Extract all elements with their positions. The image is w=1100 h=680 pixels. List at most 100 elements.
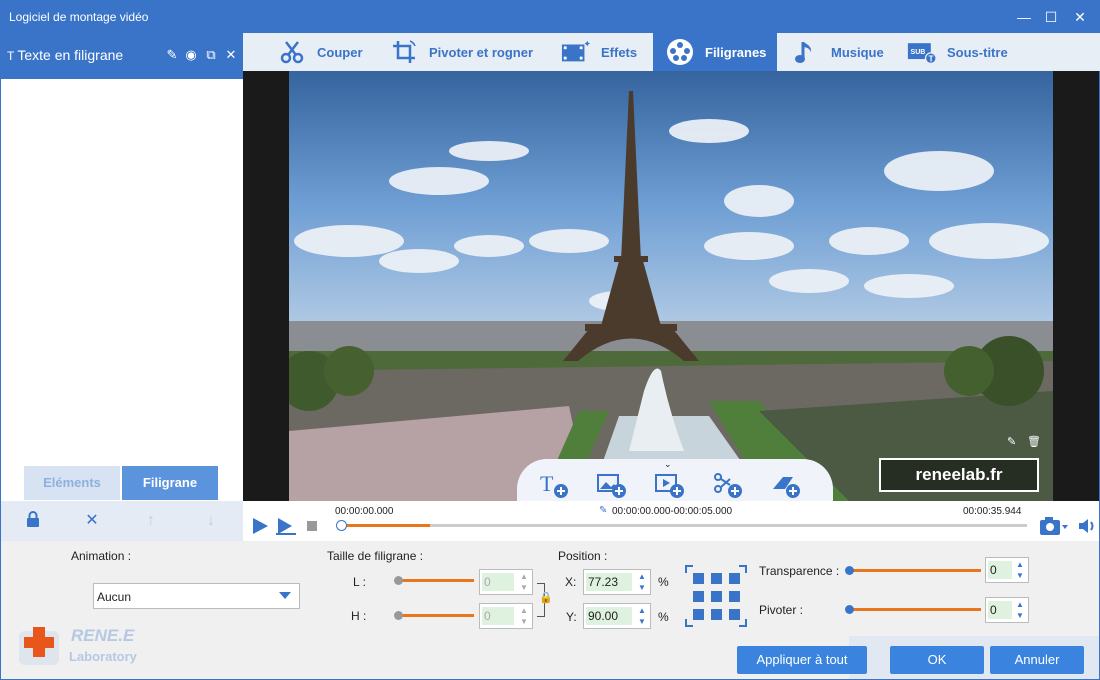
transparency-stepper[interactable]: 0 ▲ ▼	[985, 557, 1029, 583]
transparency-up-icon[interactable]: ▲	[1014, 559, 1026, 570]
x-label: X:	[565, 575, 577, 589]
delete-icon[interactable]: ✕	[82, 511, 102, 531]
chevron-down-icon	[279, 592, 291, 599]
remove-icon[interactable]: ✕	[223, 47, 239, 63]
x-stepper[interactable]: 77.23 ▲ ▼	[583, 569, 651, 595]
delete-watermark-icon[interactable]: 🗑	[1027, 435, 1041, 448]
tab-sous-titre[interactable]: SUB T Sous-titre	[907, 33, 1008, 71]
animation-selected-value: Aucun	[97, 590, 132, 604]
end-time: 00:00:35.944	[963, 506, 1022, 517]
width-value: 0	[482, 573, 514, 591]
svg-text:T: T	[540, 471, 554, 496]
width-down-icon[interactable]: ▼	[518, 582, 530, 593]
collapse-chevron-icon[interactable]: ⌄	[664, 459, 672, 470]
app-window: Logiciel de montage vidéo — ☐ ✕ T Texte e…	[0, 0, 1100, 680]
transparency-label: Transparence :	[759, 564, 840, 578]
x-down-icon[interactable]: ▼	[636, 582, 648, 593]
add-text-icon[interactable]: T	[539, 471, 569, 499]
eiffel-tower-scene-image	[289, 71, 1053, 501]
rotate-slider[interactable]	[849, 608, 981, 611]
width-slider-knob[interactable]	[394, 576, 403, 585]
height-slider[interactable]	[399, 614, 474, 617]
tab-filigrane[interactable]: Filigrane	[122, 466, 218, 500]
height-label: H :	[351, 609, 367, 623]
play-segment-icon[interactable]	[275, 517, 297, 535]
text-watermark-label: T Texte en filigrane	[7, 47, 124, 63]
camera-icon[interactable]	[1039, 515, 1069, 537]
rotate-label: Pivoter :	[759, 603, 804, 617]
edit-watermark-icon[interactable]: ✎	[1007, 435, 1016, 448]
timeline-track[interactable]	[341, 524, 1027, 527]
height-down-icon[interactable]: ▼	[518, 616, 530, 627]
ok-button[interactable]: OK	[890, 646, 984, 674]
tab-effets[interactable]: Effets	[561, 33, 637, 71]
tab-filigranes[interactable]: Filigranes	[653, 33, 777, 71]
timeline-bar: 00:00:00.000 ✎ 00:00:00.000-00:00:05.000…	[243, 501, 1099, 541]
width-up-icon[interactable]: ▲	[518, 571, 530, 582]
watermark-text-box[interactable]: reneelab.fr	[879, 458, 1039, 492]
height-stepper[interactable]: 0 ▲ ▼	[479, 603, 533, 629]
cancel-button[interactable]: Annuler	[990, 646, 1084, 674]
start-time: 00:00:00.000	[335, 506, 394, 517]
x-percent: %	[658, 575, 669, 589]
rotate-slider-knob[interactable]	[845, 605, 854, 614]
minimize-button[interactable]: —	[1011, 5, 1037, 29]
height-value: 0	[482, 607, 514, 625]
text-type-icon: T	[7, 49, 15, 63]
add-eraser-icon[interactable]	[771, 471, 801, 499]
height-slider-knob[interactable]	[394, 611, 403, 620]
tab-elements[interactable]: Eléments	[24, 466, 120, 500]
add-shape-icon[interactable]	[713, 471, 743, 499]
selected-watermark-item[interactable]: T Texte en filigrane ✎ ◉ ⧉ ✕	[1, 33, 243, 79]
y-stepper[interactable]: 90.00 ▲ ▼	[583, 603, 651, 629]
stop-icon[interactable]	[307, 521, 317, 531]
volume-icon[interactable]	[1077, 516, 1097, 536]
move-up-icon[interactable]: ↑	[141, 511, 161, 531]
lock-icon[interactable]	[23, 511, 43, 531]
x-up-icon[interactable]: ▲	[636, 571, 648, 582]
y-up-icon[interactable]: ▲	[636, 605, 648, 616]
watermark-settings-panel: Animation : Aucun Taille de filigrane : …	[1, 541, 1099, 679]
height-up-icon[interactable]: ▲	[518, 605, 530, 616]
size-label: Taille de filigrane :	[327, 549, 424, 563]
y-down-icon[interactable]: ▼	[636, 616, 648, 627]
width-stepper[interactable]: 0 ▲ ▼	[479, 569, 533, 595]
visibility-eye-icon[interactable]: ◉	[183, 47, 199, 63]
play-icon[interactable]	[251, 517, 269, 535]
window-title: Logiciel de montage vidéo	[9, 10, 149, 24]
add-watermark-toolbar: ⌄ T	[517, 459, 833, 501]
logo-tagline: Laboratory	[69, 649, 137, 664]
apply-all-button[interactable]: Appliquer à tout	[737, 646, 867, 674]
add-image-icon[interactable]	[597, 471, 627, 499]
crop-rotate-icon	[389, 37, 419, 67]
move-down-icon[interactable]: ↓	[201, 511, 221, 531]
transparency-slider-knob[interactable]	[845, 566, 854, 575]
add-video-icon[interactable]	[655, 471, 685, 499]
music-note-icon	[791, 37, 821, 67]
rotate-down-icon[interactable]: ▼	[1014, 610, 1026, 621]
animation-label: Animation :	[71, 549, 132, 563]
timeline-playhead[interactable]	[336, 520, 347, 531]
tab-musique[interactable]: Musique	[791, 33, 884, 71]
rotate-up-icon[interactable]: ▲	[1014, 599, 1026, 610]
rotate-stepper[interactable]: 0 ▲ ▼	[985, 597, 1029, 623]
tab-couper[interactable]: Couper	[277, 33, 363, 71]
rene-logo-icon	[17, 625, 65, 667]
transparency-slider[interactable]	[849, 569, 981, 572]
y-label: Y:	[566, 610, 577, 624]
transparency-down-icon[interactable]: ▼	[1014, 570, 1026, 581]
close-button[interactable]: ✕	[1067, 5, 1093, 29]
maximize-button[interactable]: ☐	[1038, 5, 1064, 29]
svg-text:SUB: SUB	[911, 49, 926, 56]
duplicate-icon[interactable]: ⧉	[203, 47, 219, 63]
timeline-progress	[341, 524, 431, 527]
film-reel-icon	[665, 37, 695, 67]
tab-pivoter-rogner[interactable]: Pivoter et rogner	[389, 33, 533, 71]
aspect-lock-icon[interactable]: 🔒	[539, 591, 553, 604]
animation-select[interactable]: Aucun	[93, 583, 300, 609]
position-grid[interactable]	[685, 565, 747, 627]
width-slider[interactable]	[399, 579, 474, 582]
svg-text:T: T	[929, 54, 934, 63]
y-percent: %	[658, 610, 669, 624]
edit-pencil-icon[interactable]: ✎	[164, 47, 180, 63]
